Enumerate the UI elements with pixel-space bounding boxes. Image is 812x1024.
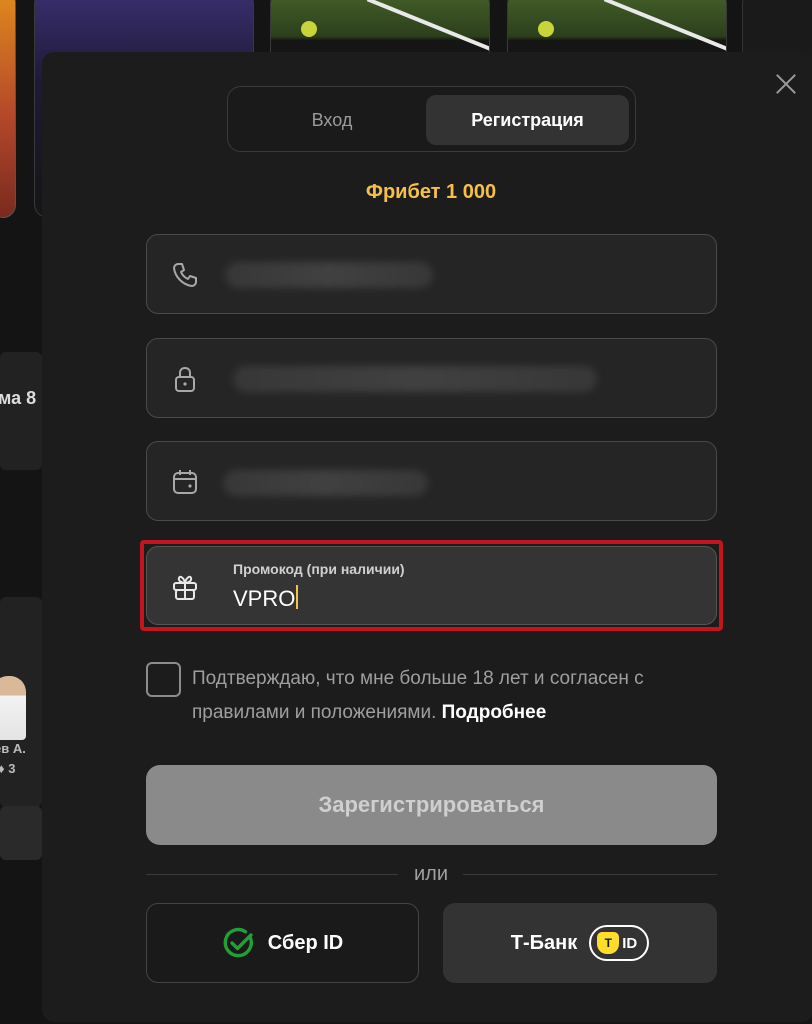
phone-field[interactable] (146, 234, 717, 314)
phone-value-hidden (225, 262, 433, 288)
promo-code-field[interactable]: Промокод (при наличии) VPRO (146, 546, 717, 625)
agreement-details-link[interactable]: Подробнее (442, 702, 547, 723)
promo-code-value: VPRO (233, 586, 296, 611)
agreement-text: Подтверждаю, что мне больше 18 лет и сог… (192, 662, 722, 730)
sber-id-button[interactable]: Сбер ID (146, 903, 419, 983)
divider-line-right (463, 874, 717, 875)
sber-id-label: Сбер ID (267, 931, 344, 954)
gift-icon (173, 575, 197, 600)
divider-or: или (413, 863, 448, 885)
tab-login[interactable]: Вход (236, 95, 428, 145)
lock-icon (175, 366, 195, 392)
auth-tabs: Вход Регистрация (227, 86, 636, 152)
tbank-id-button[interactable]: Т-Банк T ID (443, 903, 717, 983)
tbank-shield-icon: T (597, 932, 620, 954)
tbank-id-badge: T ID (589, 925, 650, 961)
password-field[interactable] (146, 338, 717, 418)
player-avatar (0, 676, 26, 740)
text-caret (296, 585, 299, 609)
calendar-icon (173, 470, 197, 494)
divider-line-left (146, 874, 398, 875)
birthdate-field[interactable] (146, 441, 717, 521)
agreement-body: Подтверждаю, что мне больше 18 лет и сог… (192, 668, 644, 723)
bg-player-score: ♦ 3 (0, 761, 16, 776)
register-submit-button[interactable]: Зарегистрироваться (146, 765, 717, 845)
password-value-hidden (233, 366, 597, 392)
close-icon[interactable] (772, 70, 800, 98)
agreement-checkbox[interactable] (146, 662, 181, 697)
freebet-banner: Фрибет 1 000 (365, 181, 497, 203)
tennis-ball-icon (301, 21, 317, 37)
promo-code-input[interactable]: VPRO (233, 585, 299, 612)
tbank-id-text: ID (622, 934, 638, 952)
bg-button[interactable] (0, 806, 42, 860)
tbank-label: Т-Банк (510, 931, 578, 954)
bg-panel (0, 352, 42, 470)
tab-register[interactable]: Регистрация (426, 95, 629, 145)
bg-player-name: ев А. (0, 741, 26, 756)
bg-peek-text: ма 8 (0, 388, 37, 408)
sber-check-icon (223, 927, 253, 958)
tennis-ball-icon (538, 21, 554, 37)
promo-code-label: Промокод (при наличии) (233, 561, 405, 577)
phone-icon (173, 263, 197, 287)
birthdate-value-hidden (223, 470, 428, 496)
